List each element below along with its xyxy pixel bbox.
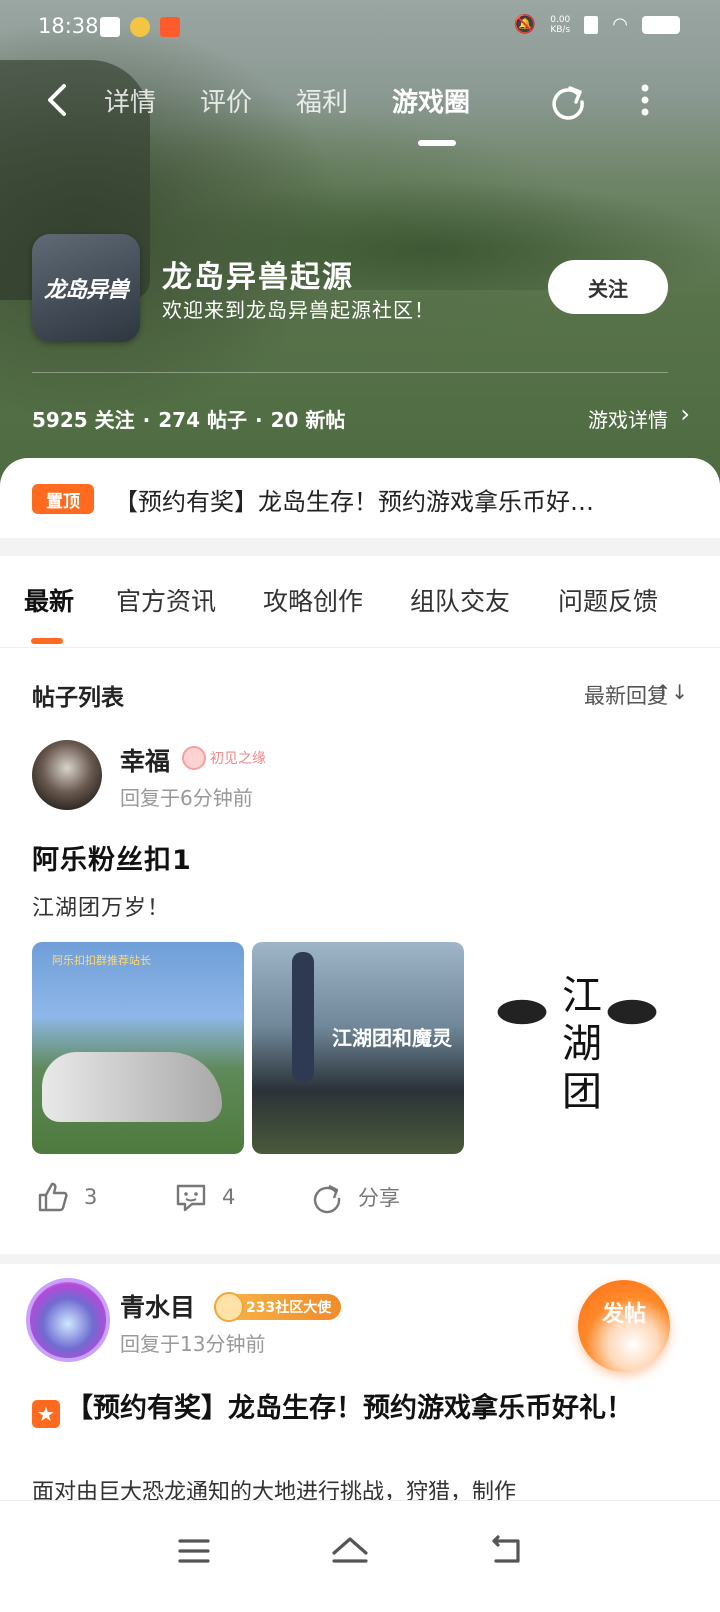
mute-icon: 🔕 bbox=[513, 14, 537, 35]
top-navigation: 详情 评价 福利 游戏圈 bbox=[0, 72, 720, 146]
ambassador-badge-icon bbox=[214, 1292, 244, 1322]
post-body[interactable]: 江湖团万岁！ bbox=[32, 890, 170, 922]
status-time: 18:38 bbox=[38, 14, 99, 38]
tab-team-up[interactable]: 组队交友 bbox=[410, 582, 510, 618]
back-arrow-icon[interactable] bbox=[40, 80, 80, 120]
app-notify-icon bbox=[160, 17, 180, 37]
post-image-1[interactable]: 阿乐扣扣群推荐站长 bbox=[32, 942, 244, 1154]
pinned-post[interactable]: 置顶 【预约有奖】龙岛生存！预约游戏拿乐币好… bbox=[0, 458, 720, 538]
image-caption: 阿乐扣扣群推荐站长 bbox=[52, 954, 151, 967]
pinned-post-title[interactable]: 【预约有奖】龙岛生存！预约游戏拿乐币好… bbox=[114, 482, 674, 517]
active-tab-indicator bbox=[418, 140, 456, 146]
post-image-3[interactable]: 江湖团 bbox=[472, 942, 684, 1154]
tab-official-news[interactable]: 官方资讯 bbox=[116, 582, 216, 618]
message-icon bbox=[100, 17, 120, 37]
game-logo[interactable]: 龙岛异兽 bbox=[32, 234, 140, 342]
active-category-indicator bbox=[31, 638, 63, 644]
star-icon: ★ bbox=[32, 1400, 60, 1428]
status-bar: 18:38 🔕 0.00 KB/s ◠ bbox=[0, 0, 720, 56]
tab-reviews[interactable]: 评价 bbox=[200, 82, 252, 119]
tab-feedback[interactable]: 问题反馈 bbox=[558, 582, 658, 618]
post-actions: 3 4 分享 bbox=[0, 1180, 720, 1230]
category-tabs: 最新 官方资讯 攻略创作 组队交友 问题反馈 bbox=[0, 556, 720, 648]
tab-latest[interactable]: 最新 bbox=[24, 582, 74, 618]
sim-icon bbox=[584, 15, 599, 34]
reply-time: 回复于6分钟前 bbox=[120, 786, 253, 810]
more-options-icon[interactable] bbox=[638, 80, 652, 120]
tab-guides[interactable]: 攻略创作 bbox=[263, 582, 363, 618]
net-speed: 0.00 KB/s bbox=[550, 14, 571, 35]
follow-button[interactable]: 关注 bbox=[548, 260, 668, 314]
weibo-icon bbox=[130, 17, 150, 37]
post-title[interactable]: 【预约有奖】龙岛生存！预约游戏拿乐币好礼！ bbox=[66, 1388, 686, 1430]
comment-icon bbox=[176, 1184, 206, 1212]
like-button[interactable]: 3 bbox=[36, 1180, 97, 1214]
share-button[interactable]: 分享 bbox=[310, 1180, 400, 1214]
share-icon[interactable] bbox=[548, 80, 588, 120]
user-badge: 初见之缘 bbox=[182, 746, 266, 770]
image-caption: 江湖团和魔灵 bbox=[332, 1026, 452, 1050]
like-count: 3 bbox=[84, 1185, 98, 1209]
post-author[interactable]: 幸福 bbox=[120, 742, 170, 778]
badge-label: 初见之缘 bbox=[210, 751, 266, 767]
post-title[interactable]: 阿乐粉丝扣1 bbox=[32, 838, 192, 877]
game-title: 龙岛异兽起源 bbox=[162, 260, 354, 295]
followers-count: 5925 关注 bbox=[32, 408, 135, 432]
badge-icon bbox=[182, 746, 206, 770]
badge-label: 233社区大使 bbox=[246, 1300, 332, 1316]
community-stats: 5925 关注 · 274 帖子 · 20 新帖 bbox=[32, 408, 346, 432]
share-label: 分享 bbox=[358, 1186, 400, 1210]
chevron-right-icon: › bbox=[680, 400, 690, 428]
game-header-banner: 18:38 🔕 0.00 KB/s ◠ 详情 评价 福利 游戏圈 龙岛异兽 龙岛异… bbox=[0, 0, 720, 500]
ambassador-badge: 233社区大使 bbox=[214, 1292, 342, 1322]
posts-count: 274 帖子 bbox=[158, 408, 247, 432]
avatar[interactable] bbox=[32, 740, 102, 810]
system-navigation-bar bbox=[0, 1500, 720, 1612]
avatar[interactable] bbox=[26, 1278, 110, 1362]
post-list-header: 帖子列表 bbox=[32, 685, 124, 711]
pinned-badge: 置顶 bbox=[32, 484, 94, 514]
home-icon[interactable] bbox=[328, 1529, 372, 1573]
comment-button[interactable]: 4 bbox=[174, 1180, 235, 1214]
post-list: 帖子列表 最新回复 ↑↓ 幸福 初见之缘 回复于6分钟前 阿乐粉丝扣1 江湖团万… bbox=[0, 648, 720, 1254]
tab-benefits[interactable]: 福利 bbox=[296, 82, 348, 119]
game-details-link[interactable]: 游戏详情 bbox=[588, 404, 668, 433]
create-post-button[interactable]: 发帖 bbox=[578, 1280, 670, 1372]
back-icon[interactable] bbox=[484, 1529, 528, 1573]
post-author[interactable]: 青水目 bbox=[120, 1288, 195, 1324]
divider bbox=[32, 372, 668, 373]
tab-game-circle[interactable]: 游戏圈 bbox=[392, 82, 470, 119]
comment-count: 4 bbox=[222, 1185, 236, 1209]
image-calligraphy: 江湖团 bbox=[562, 973, 602, 1115]
post-image-2[interactable]: 江湖团和魔灵 bbox=[252, 942, 464, 1154]
tab-details[interactable]: 详情 bbox=[104, 82, 156, 119]
menu-icon[interactable] bbox=[172, 1529, 216, 1573]
new-posts-count: 20 新帖 bbox=[270, 408, 346, 432]
status-right-icons: 🔕 0.00 KB/s ◠ bbox=[514, 14, 680, 35]
sort-icon[interactable]: ↑↓ bbox=[654, 680, 688, 704]
battery-icon bbox=[642, 15, 680, 34]
share-icon bbox=[313, 1184, 341, 1214]
reply-time: 回复于13分钟前 bbox=[120, 1332, 266, 1356]
thumbs-up-icon bbox=[38, 1182, 68, 1212]
wifi-icon: ◠ bbox=[612, 14, 628, 35]
game-subtitle: 欢迎来到龙岛异兽起源社区！ bbox=[162, 298, 435, 322]
